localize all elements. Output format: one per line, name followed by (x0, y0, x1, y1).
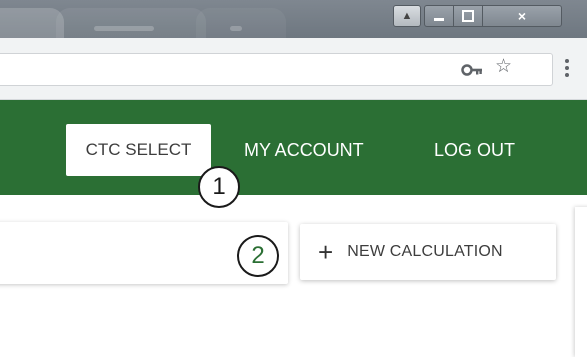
maximize-button[interactable] (453, 5, 483, 27)
plus-icon: + (318, 237, 334, 267)
main-content: + NEW CALCULATION (0, 195, 587, 357)
close-window-button[interactable]: × (482, 5, 562, 27)
nav-log-out[interactable]: LOG OUT (434, 124, 515, 176)
tab-title-blurred (94, 26, 154, 31)
star-icon[interactable]: ☆ (495, 57, 512, 76)
browser-toolbar: ☆ (0, 38, 587, 100)
site-nav-bar: CTC SELECT MY ACCOUNT LOG OUT (0, 100, 587, 195)
new-calculation-label: NEW CALCULATION (347, 243, 503, 260)
minimize-icon (434, 17, 444, 21)
right-card (575, 207, 587, 357)
window-controls: ▲ × (393, 5, 587, 33)
callout-2: 2 (237, 235, 279, 277)
nav-my-account[interactable]: MY ACCOUNT (244, 124, 364, 176)
minimize-button[interactable] (424, 5, 454, 27)
new-calculation-button[interactable]: + NEW CALCULATION (300, 224, 556, 280)
browser-tab[interactable] (56, 8, 206, 38)
maximize-icon (462, 10, 474, 22)
key-icon[interactable] (461, 60, 483, 80)
profile-button[interactable]: ▲ (393, 5, 421, 27)
tab-title-blurred (230, 26, 242, 31)
close-icon: × (517, 8, 527, 24)
browser-tab[interactable] (196, 8, 286, 38)
kebab-menu-icon[interactable] (560, 59, 574, 81)
browser-tab[interactable] (0, 8, 64, 38)
window-titlebar: ▲ × (0, 0, 587, 38)
address-bar[interactable]: ☆ (0, 53, 553, 86)
nav-ctc-select[interactable]: CTC SELECT (66, 124, 211, 176)
callout-1: 1 (198, 166, 240, 208)
profile-icon: ▲ (401, 9, 413, 22)
